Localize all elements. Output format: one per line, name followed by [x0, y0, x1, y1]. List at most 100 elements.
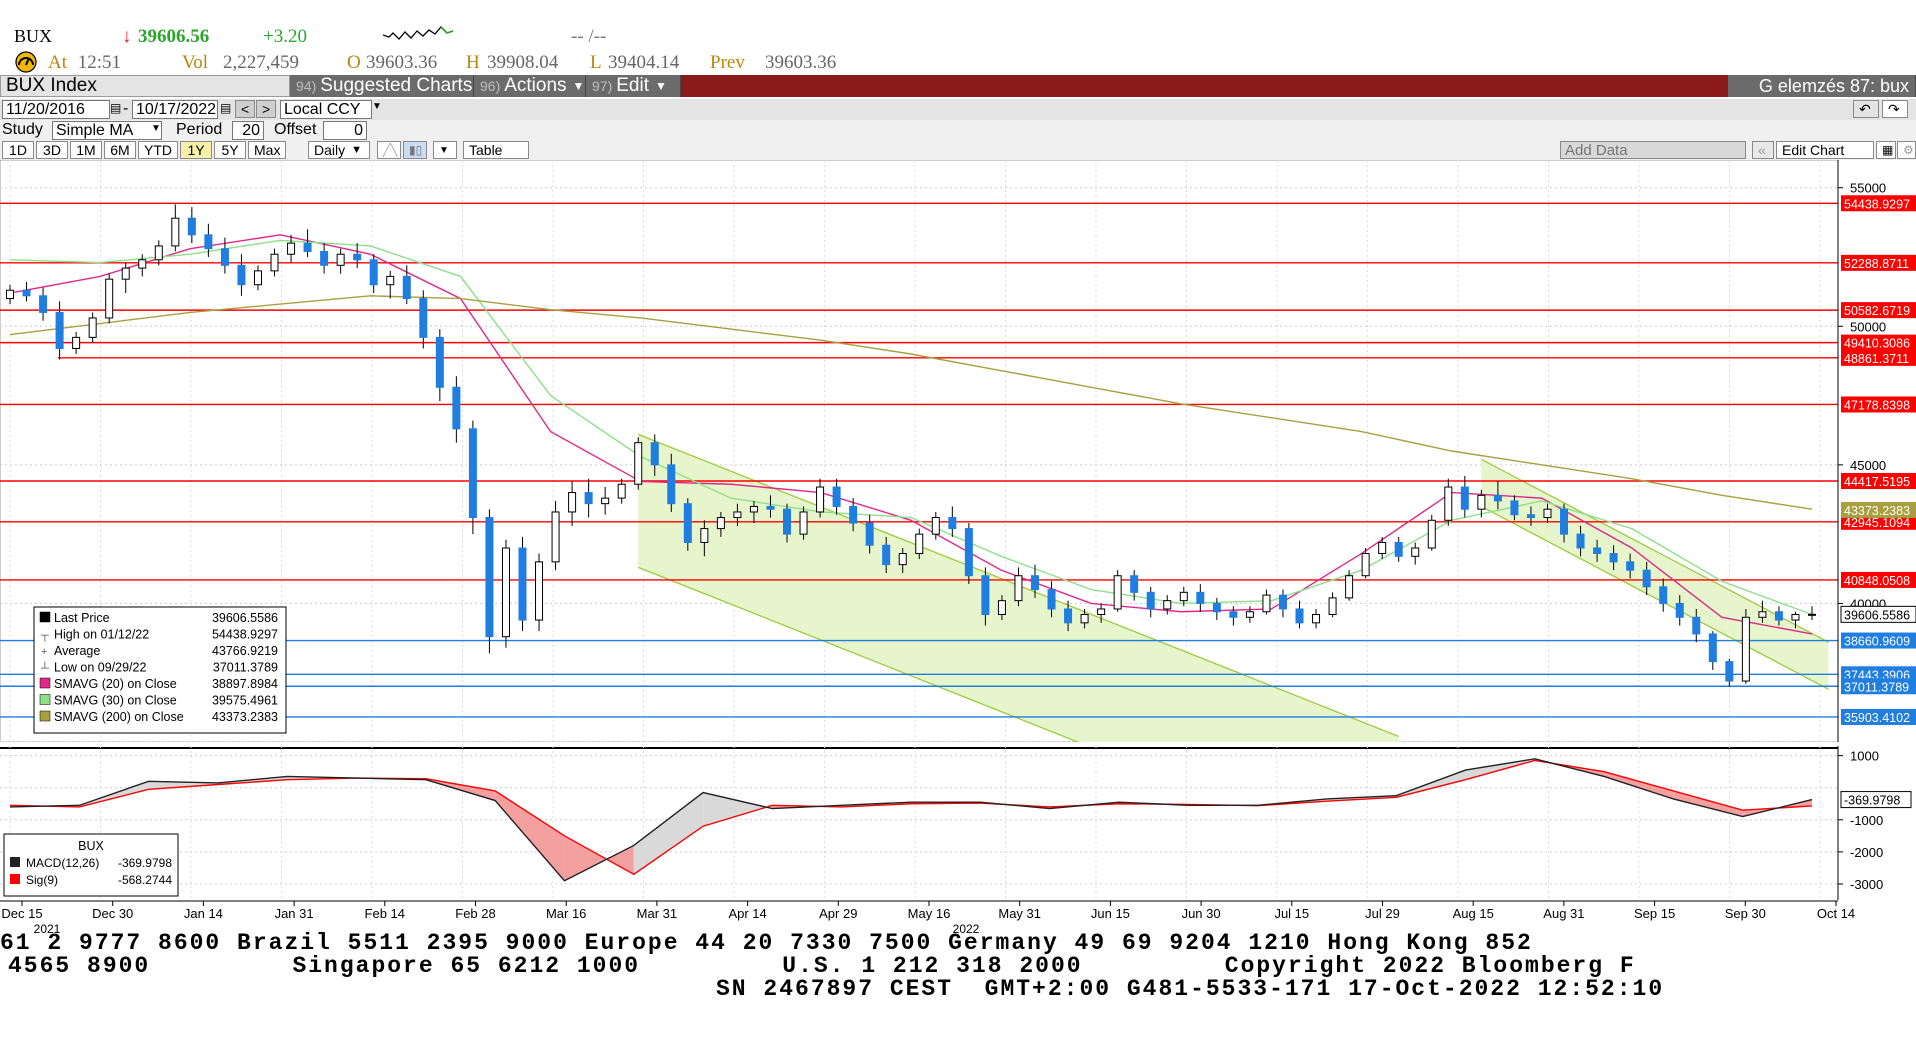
calendar-icon[interactable]: ▤: [220, 101, 231, 115]
tab-edit[interactable]: 97) Edit ▼: [586, 75, 681, 97]
candle-chart-button[interactable]: ▮▯: [403, 141, 427, 159]
tab-actions[interactable]: 96) Actions ▼: [474, 75, 586, 97]
candle-body: [1808, 613, 1816, 616]
redo-button[interactable]: ↷: [1882, 100, 1908, 118]
tab-number: 96): [480, 78, 501, 94]
period-button-1d[interactable]: 1D: [2, 141, 34, 159]
security-field[interactable]: BUX Index: [0, 75, 290, 97]
edit-chart-button[interactable]: Edit Chart: [1776, 141, 1874, 159]
period-button-1y[interactable]: 1Y: [180, 141, 212, 159]
candle-body: [1774, 611, 1783, 621]
candle-body: [584, 492, 593, 505]
candle-body: [1097, 608, 1106, 616]
x-tick-label: Dec 15: [1, 906, 42, 921]
chevron-down-icon[interactable]: ▼: [151, 123, 161, 134]
period-button-1m[interactable]: 1M: [70, 141, 102, 159]
table-button[interactable]: Table: [463, 141, 529, 159]
candle: [468, 420, 477, 535]
level-value-label: 40848.0508: [1844, 574, 1910, 588]
macd-plot-area: [0, 746, 1838, 900]
candle-body: [121, 267, 130, 280]
collapse-button[interactable]: «: [1752, 141, 1774, 159]
candle-body: [931, 517, 940, 535]
candle-body: [601, 497, 610, 505]
legend-label: SMAVG (200) on Close: [54, 710, 184, 724]
candle-body: [204, 234, 213, 250]
candle: [485, 509, 494, 654]
level-value-label: 52288.8711: [1844, 257, 1909, 271]
next-range-button[interactable]: >: [256, 100, 276, 118]
candle-body: [402, 275, 411, 300]
quote-detail-line: At 12:51: [48, 52, 121, 74]
period-button-max[interactable]: Max: [248, 141, 287, 159]
gear-button[interactable]: ⚙: [1897, 141, 1916, 159]
prev-value: 39603.36: [765, 52, 837, 73]
candle-body: [22, 289, 31, 297]
candle-body: [1493, 494, 1502, 502]
level-value-label: 35903.4102: [1844, 711, 1910, 725]
candle: [105, 273, 114, 324]
candle-body: [287, 242, 296, 255]
prev-range-button[interactable]: <: [235, 100, 255, 118]
candle: [1741, 608, 1750, 684]
candle-body: [1609, 553, 1618, 563]
line-chart-button[interactable]: ╱╲: [377, 141, 401, 159]
candle-body: [1741, 616, 1750, 682]
sma200-value-label: 43373.2383: [1844, 504, 1910, 518]
prev-label: Prev: [710, 52, 745, 73]
end-date-input[interactable]: 10/17/2022: [132, 100, 218, 119]
currency-select[interactable]: Local CCY: [280, 100, 372, 119]
last-price-label: 39606.5586: [1844, 608, 1910, 622]
candle-body: [1675, 602, 1684, 618]
calendar-icon[interactable]: ▤: [110, 101, 121, 115]
chevron-down-icon[interactable]: ▼: [372, 101, 382, 112]
legend-value: 54438.9297: [212, 628, 278, 642]
macd-chart[interactable]: 1000 -1000 -2000 -3000 -369.9798 BUX MACD(12,2…: [0, 746, 1916, 900]
tab-suggested-charts[interactable]: 94) Suggested Charts: [290, 75, 474, 97]
low-label: L: [590, 52, 602, 73]
candle-body: [303, 242, 312, 252]
legend-label: MACD(12,26): [26, 856, 99, 870]
offset-input[interactable]: 0: [323, 121, 367, 140]
period-button-3d[interactable]: 3D: [36, 141, 68, 159]
legend-title: BUX: [78, 839, 104, 853]
chart-type-dropdown[interactable]: ▼: [433, 141, 457, 159]
level-value-label: 49410.3086: [1844, 337, 1910, 351]
start-date-input[interactable]: 11/20/2016: [2, 100, 110, 119]
period-button-ytd[interactable]: YTD: [138, 141, 178, 159]
redo-icon: ↷: [1888, 100, 1900, 117]
legend-swatch: [39, 611, 51, 623]
y-tick-label: 45000: [1850, 458, 1886, 473]
chart-settings-button[interactable]: ▦: [1876, 141, 1896, 159]
legend-marker: +: [41, 646, 47, 658]
add-data-input[interactable]: [1560, 141, 1746, 159]
spark-dashes: -- /--: [571, 26, 607, 47]
candle-body: [1229, 611, 1238, 618]
frequency-select[interactable]: Daily ▼: [308, 141, 370, 159]
candle-body: [882, 544, 891, 566]
candle-body: [72, 336, 81, 349]
period-input[interactable]: 20: [232, 121, 264, 140]
candle-body: [6, 289, 14, 300]
candle-body: [1791, 614, 1800, 621]
tab-label: Suggested Charts: [320, 75, 473, 96]
gauge-icon[interactable]: [14, 51, 38, 73]
legend-swatch: [39, 694, 51, 705]
y-tick-label: -1000: [1850, 813, 1883, 828]
undo-button[interactable]: ↶: [1853, 100, 1879, 118]
price-chart[interactable]: 5500050000450004000054438.929752288.8711…: [0, 160, 1916, 742]
candle-body: [1642, 569, 1651, 588]
candle-body: [1064, 608, 1073, 624]
period-button-5y[interactable]: 5Y: [214, 141, 246, 159]
volume: 2,227,459: [223, 52, 299, 73]
x-tick-label: Oct 14: [1817, 906, 1855, 921]
candle-body: [1543, 508, 1552, 519]
frequency-value: Daily: [314, 142, 346, 158]
candle-body: [832, 486, 841, 507]
offset-label: Offset: [274, 121, 317, 138]
y-tick-label: 55000: [1850, 181, 1886, 196]
period-button-6m[interactable]: 6M: [104, 141, 136, 159]
candle-body: [1510, 500, 1519, 516]
study-type-select[interactable]: Simple MA: [52, 121, 162, 140]
level-value-label: 48861.3711: [1844, 352, 1909, 366]
